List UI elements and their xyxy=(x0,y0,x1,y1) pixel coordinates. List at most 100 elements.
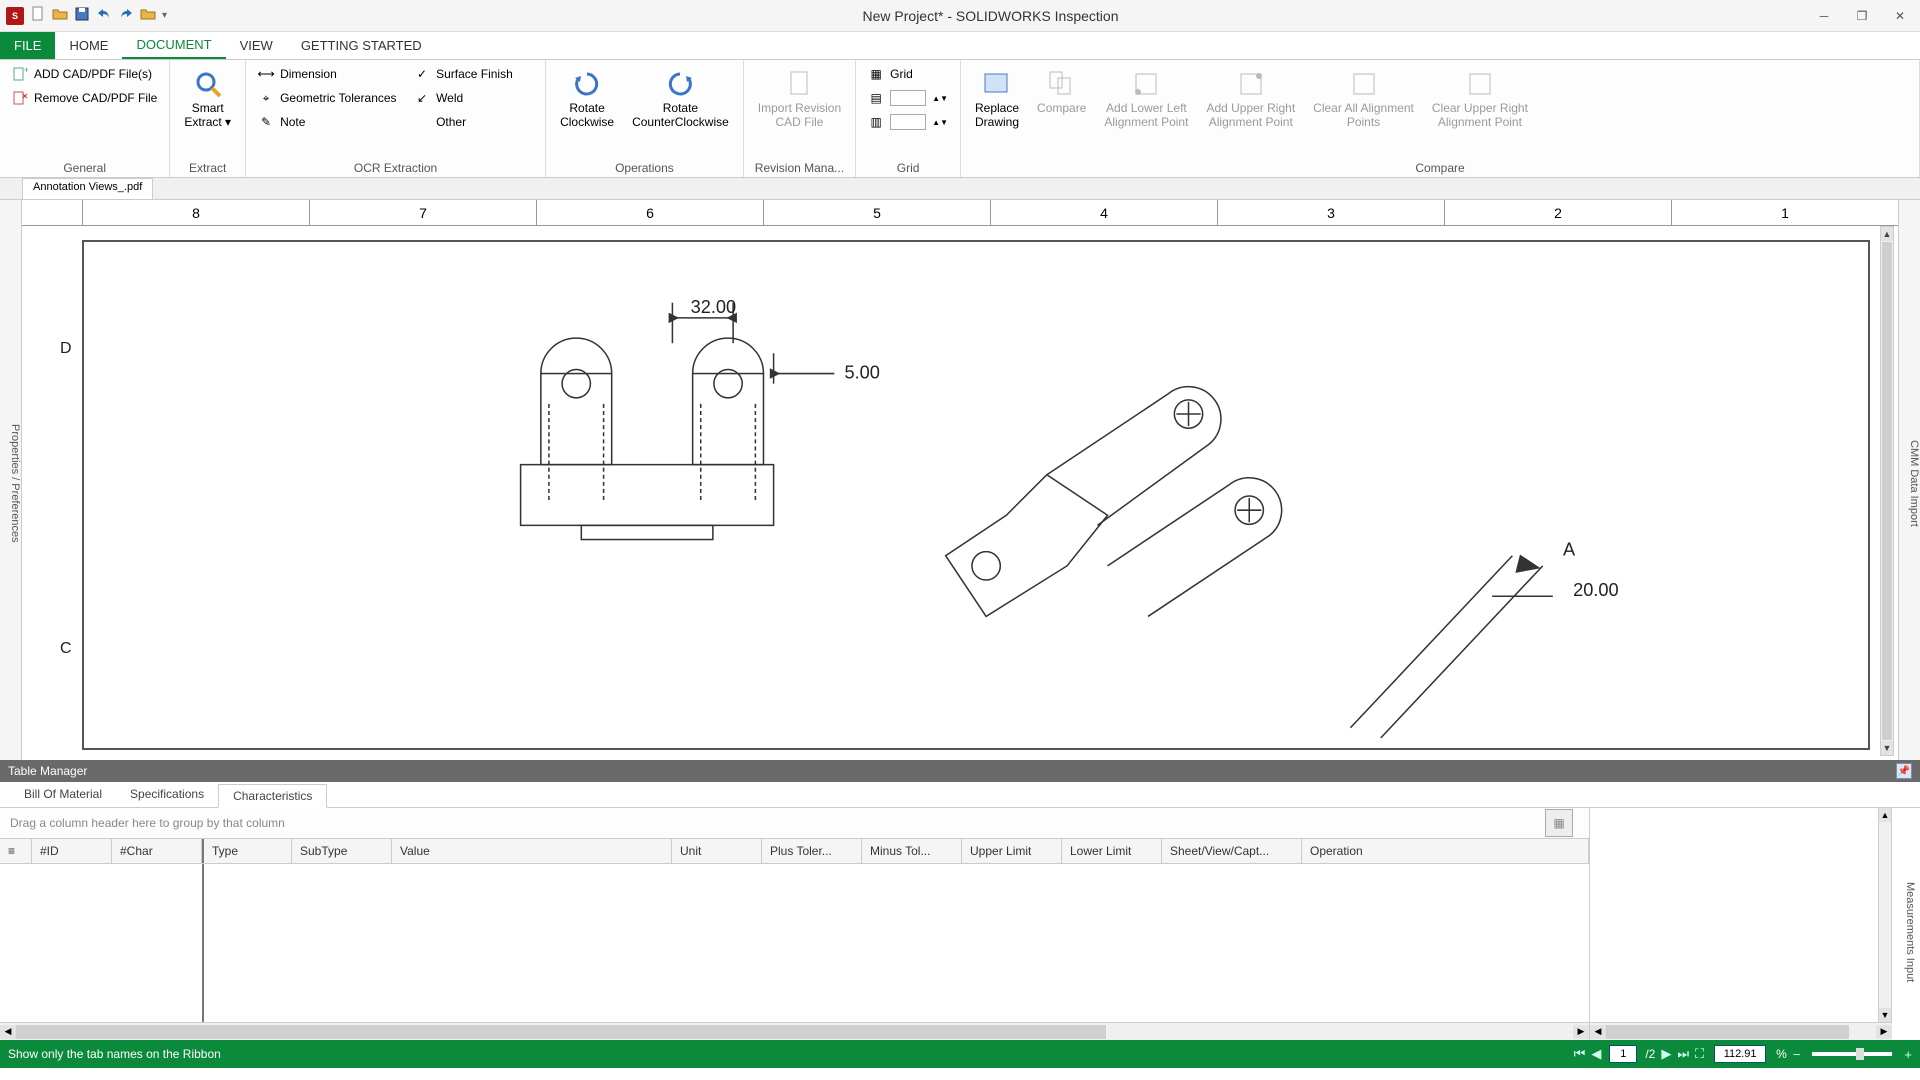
scroll-thumb[interactable] xyxy=(1882,242,1892,740)
surface-finish-button[interactable]: ✓Surface Finish xyxy=(410,64,530,84)
canvas-vscroll[interactable]: ▲ ▼ xyxy=(1880,226,1894,756)
group-label-revision: Revision Mana... xyxy=(752,159,847,175)
right-hscroll[interactable]: ◀ ▶ xyxy=(1590,1022,1892,1040)
maximize-button[interactable]: ❐ xyxy=(1852,6,1872,26)
geotol-button[interactable]: ⌖Geometric Tolerances xyxy=(254,88,404,108)
canvas[interactable]: 8 7 6 5 4 3 2 1 D D C C xyxy=(22,200,1898,760)
minimize-button[interactable]: ─ xyxy=(1814,6,1834,26)
add-lower-left-button[interactable]: Add Lower LeftAlignment Point xyxy=(1098,64,1194,134)
import-revision-button[interactable]: Import RevisionCAD File xyxy=(752,64,847,134)
zoom-knob[interactable] xyxy=(1856,1048,1864,1060)
rv-up-icon[interactable]: ▲ xyxy=(1879,808,1891,822)
scroll-down-icon[interactable]: ▼ xyxy=(1881,741,1893,755)
rh-thumb[interactable] xyxy=(1606,1025,1849,1039)
tab-document[interactable]: DOCUMENT xyxy=(122,32,225,59)
document-tab[interactable]: Annotation Views_.pdf xyxy=(22,178,153,199)
rv-down-icon[interactable]: ▼ xyxy=(1879,1008,1891,1022)
smart-extract-button[interactable]: Smart Extract ▾ xyxy=(178,64,237,134)
undo-icon[interactable] xyxy=(96,6,112,25)
col-minustol[interactable]: Minus Tol... xyxy=(862,839,962,863)
prev-page-icon[interactable]: ◀ xyxy=(1591,1046,1601,1062)
scroll-up-icon[interactable]: ▲ xyxy=(1881,227,1893,241)
last-page-icon[interactable]: ⏭ xyxy=(1677,1046,1689,1062)
group-label-compare: Compare xyxy=(969,159,1911,175)
align-ll-icon xyxy=(1130,68,1162,100)
compare-button[interactable]: Compare xyxy=(1031,64,1092,120)
window-title: New Project* - SOLIDWORKS Inspection xyxy=(167,8,1814,24)
next-page-icon[interactable]: ▶ xyxy=(1661,1046,1671,1062)
zoom-out-icon[interactable]: − xyxy=(1793,1047,1801,1062)
tab-bom[interactable]: Bill Of Material xyxy=(10,783,116,807)
replace-drawing-button[interactable]: ReplaceDrawing xyxy=(969,64,1025,134)
page-input[interactable] xyxy=(1609,1045,1637,1063)
tab-file[interactable]: FILE xyxy=(0,32,55,59)
col-unit[interactable]: Unit xyxy=(672,839,762,863)
left-panel-properties[interactable]: Properties / Preferences xyxy=(0,200,22,760)
col-handle[interactable]: ≡ xyxy=(0,839,32,863)
drawing-sheet[interactable]: 32.00 5.00 20.00 A xyxy=(82,240,1870,750)
save-icon[interactable] xyxy=(74,6,90,25)
measurements-input-panel[interactable]: Measurements Input xyxy=(1904,848,1916,1016)
col-upper[interactable]: Upper Limit xyxy=(962,839,1062,863)
rotate-ccw-button[interactable]: RotateCounterClockwise xyxy=(626,64,735,134)
add-cad-pdf-button[interactable]: + ADD CAD/PDF File(s) xyxy=(8,64,161,84)
col-subtype[interactable]: SubType xyxy=(292,839,392,863)
right-vscroll[interactable]: ▲ ▼ xyxy=(1878,808,1892,1022)
titlebar: S ▾ New Project* - SOLIDWORKS Inspection… xyxy=(0,0,1920,32)
tab-getting-started[interactable]: GETTING STARTED xyxy=(287,32,436,59)
rh-left-icon[interactable]: ◀ xyxy=(1590,1025,1606,1039)
tab-view[interactable]: VIEW xyxy=(226,32,287,59)
hscroll-thumb[interactable] xyxy=(16,1025,1106,1039)
table-manager-tabs: Bill Of Material Specifications Characte… xyxy=(0,782,1920,808)
rotate-cw-button[interactable]: RotateClockwise xyxy=(554,64,620,134)
clear-all-align-button[interactable]: Clear All AlignmentPoints xyxy=(1307,64,1420,134)
add-upper-right-button[interactable]: Add Upper RightAlignment Point xyxy=(1200,64,1301,134)
rh-right-icon[interactable]: ▶ xyxy=(1876,1025,1892,1039)
grid-spinner-1[interactable]: ▤▲▼ xyxy=(864,88,952,108)
close-button[interactable]: ✕ xyxy=(1890,6,1910,26)
remove-cad-pdf-button[interactable]: Remove CAD/PDF File xyxy=(8,88,161,108)
grid-input-2[interactable] xyxy=(890,114,926,130)
fit-page-icon[interactable]: ⛶ xyxy=(1695,1046,1704,1062)
grid-button[interactable]: ▦Grid xyxy=(864,64,952,84)
grid-spinner-2[interactable]: ▥▲▼ xyxy=(864,112,952,132)
table-group-row[interactable]: Drag a column header here to group by th… xyxy=(0,808,1589,838)
col-type[interactable]: Type xyxy=(202,839,292,863)
zoom-slider[interactable] xyxy=(1812,1052,1892,1056)
col-value[interactable]: Value xyxy=(392,839,672,863)
table-right-panel: ▲ ▼ Measurements Input ◀ ▶ xyxy=(1590,808,1920,1040)
pin-icon[interactable]: 📌 xyxy=(1896,763,1912,779)
folder-icon[interactable] xyxy=(140,6,156,25)
col-char[interactable]: #Char xyxy=(112,839,202,863)
col-plustol[interactable]: Plus Toler... xyxy=(762,839,862,863)
zoom-in-icon[interactable]: + xyxy=(1904,1047,1912,1062)
app-icon[interactable]: S xyxy=(6,7,24,25)
table-grid-empty[interactable] xyxy=(0,864,1589,1022)
table-options-button[interactable]: ▦ xyxy=(1545,809,1573,837)
hscroll-right-icon[interactable]: ▶ xyxy=(1573,1025,1589,1039)
col-sheet[interactable]: Sheet/View/Capt... xyxy=(1162,839,1302,863)
zoom-input[interactable] xyxy=(1714,1045,1766,1063)
col-id[interactable]: #ID xyxy=(32,839,112,863)
redo-icon[interactable] xyxy=(118,6,134,25)
open-icon[interactable] xyxy=(52,6,68,25)
ruler-4: 4 xyxy=(990,200,1217,225)
hscroll-left-icon[interactable]: ◀ xyxy=(0,1025,16,1039)
grid-input-1[interactable] xyxy=(890,90,926,106)
tab-specs[interactable]: Specifications xyxy=(116,783,218,807)
tab-home[interactable]: HOME xyxy=(55,32,122,59)
compare-icon xyxy=(1046,68,1078,100)
note-button[interactable]: ✎Note xyxy=(254,112,404,132)
first-page-icon[interactable]: ⏮ xyxy=(1574,1046,1586,1062)
other-button[interactable]: Other xyxy=(410,112,530,132)
col-operation[interactable]: Operation xyxy=(1302,839,1589,863)
new-icon[interactable] xyxy=(30,6,46,25)
table-manager-body: Drag a column header here to group by th… xyxy=(0,808,1920,1040)
table-hscroll[interactable]: ◀ ▶ xyxy=(0,1022,1589,1040)
right-panel-cmm[interactable]: CMM Data Import xyxy=(1898,200,1920,760)
clear-upper-right-button[interactable]: Clear Upper RightAlignment Point xyxy=(1426,64,1534,134)
tab-characteristics[interactable]: Characteristics xyxy=(218,784,327,808)
dimension-button[interactable]: ⟷Dimension xyxy=(254,64,404,84)
weld-button[interactable]: ↙Weld xyxy=(410,88,530,108)
col-lower[interactable]: Lower Limit xyxy=(1062,839,1162,863)
